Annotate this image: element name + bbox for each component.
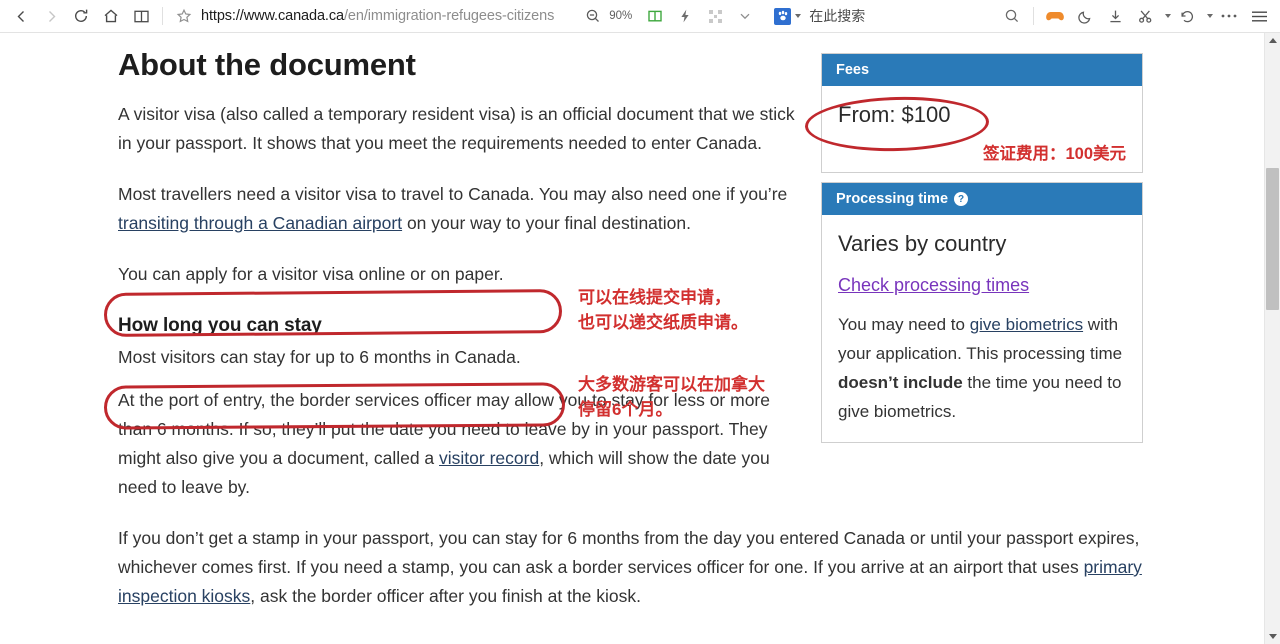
url-path: /en/immigration-refugees-citizens (343, 8, 555, 24)
address-bar[interactable]: https://www.canada.ca/en/immigration-ref… (171, 3, 554, 29)
zoom-level-label: 90% (609, 10, 633, 22)
browser-window: https://www.canada.ca/en/immigration-ref… (0, 0, 1280, 644)
scrollbar-thumb[interactable] (1266, 168, 1279, 310)
scroll-down-arrow-icon[interactable] (1265, 629, 1280, 644)
paragraph-no-stamp: If you don’t get a stamp in your passpor… (118, 524, 1148, 611)
processing-biometrics-note: You may need to give biometrics with you… (838, 310, 1126, 426)
navigation-buttons (0, 1, 156, 31)
reading-list-book-icon[interactable] (126, 1, 156, 31)
processing-panel-header: Processing time ? (822, 183, 1142, 215)
hamburger-menu-icon[interactable] (1244, 1, 1274, 31)
address-bar-url[interactable]: https://www.canada.ca/en/immigration-ref… (197, 8, 554, 24)
annotation-stay-line1: 大多数游客可以在加拿大 (578, 375, 765, 394)
annotation-stay-line2: 停留6个月。 (578, 400, 673, 419)
paragraph-about: A visitor visa (also called a temporary … (118, 104, 795, 154)
paragraph-text-before: If you don’t get a stamp in your passpor… (118, 528, 1140, 578)
qr-grid-icon[interactable] (700, 1, 730, 31)
fees-panel: Fees From: $100 签证费用：100美元 (821, 53, 1143, 173)
fees-panel-header: Fees (822, 54, 1142, 86)
back-arrow-icon[interactable] (6, 1, 36, 31)
gamepad-icon[interactable] (1040, 1, 1070, 31)
processing-panel-title: Processing time (836, 191, 949, 207)
page-scrollbar[interactable] (1264, 33, 1280, 644)
highlighted-sentence-stay: Most visitors can stay for up to 6 month… (118, 347, 521, 368)
chevron-down-icon[interactable] (730, 1, 760, 31)
processing-value: Varies by country (838, 231, 1007, 256)
paragraph-text-after: , ask the border officer after you finis… (250, 586, 642, 607)
history-undo-icon[interactable] (1172, 1, 1202, 31)
history-caret-icon[interactable] (1202, 1, 1214, 31)
toolbar-right-actions (997, 1, 1280, 31)
search-icon[interactable] (997, 1, 1027, 31)
browser-toolbar: https://www.canada.ca/en/immigration-ref… (0, 0, 1280, 33)
home-icon[interactable] (96, 1, 126, 31)
scissors-caret-icon[interactable] (1160, 1, 1172, 31)
download-icon[interactable] (1100, 1, 1130, 31)
bookmark-star-icon[interactable] (171, 3, 197, 29)
highlighted-sentence-apply: You can apply for a visitor visa online … (118, 264, 504, 285)
annotation-apply-line1: 可以在线提交申请， (578, 288, 731, 307)
page-viewport: About the document A visitor visa (also … (0, 33, 1264, 644)
fees-panel-body: From: $100 签证费用：100美元 (822, 86, 1142, 172)
url-domain: https://www.canada.ca (201, 8, 344, 24)
paragraph-most-travellers: Most travellers need a visitor visa to t… (118, 180, 800, 238)
fees-panel-title: Fees (836, 62, 870, 78)
processing-time-panel: Processing time ? Varies by country Chec… (821, 182, 1143, 443)
scissors-clip-icon[interactable] (1130, 1, 1160, 31)
annotation-apply-note: 可以在线提交申请， 也可以递交纸质申请。 (578, 285, 748, 335)
lightning-icon[interactable] (670, 1, 700, 31)
annotation-stay-note: 大多数游客可以在加拿大 停留6个月。 (578, 372, 765, 422)
search-engine-selector[interactable]: 在此搜索 (774, 6, 865, 26)
annotation-apply-line2: 也可以递交纸质申请。 (578, 313, 748, 332)
scroll-up-arrow-icon[interactable] (1265, 33, 1280, 48)
forward-arrow-icon (36, 1, 66, 31)
toolbar-divider-right (1033, 7, 1034, 25)
search-engine-caret-icon[interactable] (795, 14, 802, 18)
processing-panel-body: Varies by country Check processing times… (822, 215, 1142, 442)
help-question-icon[interactable]: ? (954, 192, 969, 206)
toolbar-divider (162, 7, 163, 25)
note-text-bold: doesn’t include (838, 373, 963, 392)
fees-amount: From: $100 (838, 102, 951, 127)
paragraph-text-after: on your way to your final destination. (402, 213, 691, 234)
more-ellipsis-icon[interactable] (1214, 1, 1244, 31)
link-transiting-airport[interactable]: transiting through a Canadian airport (118, 213, 402, 233)
reload-icon[interactable] (66, 1, 96, 31)
paw-icon[interactable] (774, 7, 792, 25)
note-text-before: You may need to (838, 315, 970, 334)
link-give-biometrics[interactable]: give biometrics (970, 315, 1083, 334)
dark-mode-moon-icon[interactable] (1070, 1, 1100, 31)
zoom-out-icon[interactable] (578, 1, 608, 31)
search-engine-placeholder[interactable]: 在此搜索 (809, 6, 865, 26)
link-visitor-record[interactable]: visitor record (439, 448, 539, 468)
paragraph-text-before: Most travellers need a visitor visa to t… (118, 184, 788, 205)
link-check-processing-times[interactable]: Check processing times (838, 275, 1029, 296)
zoom-control[interactable]: 90% (578, 1, 632, 31)
annotation-fee-note: 签证费用：100美元 (982, 145, 1126, 163)
reader-mode-icon[interactable] (640, 1, 670, 31)
